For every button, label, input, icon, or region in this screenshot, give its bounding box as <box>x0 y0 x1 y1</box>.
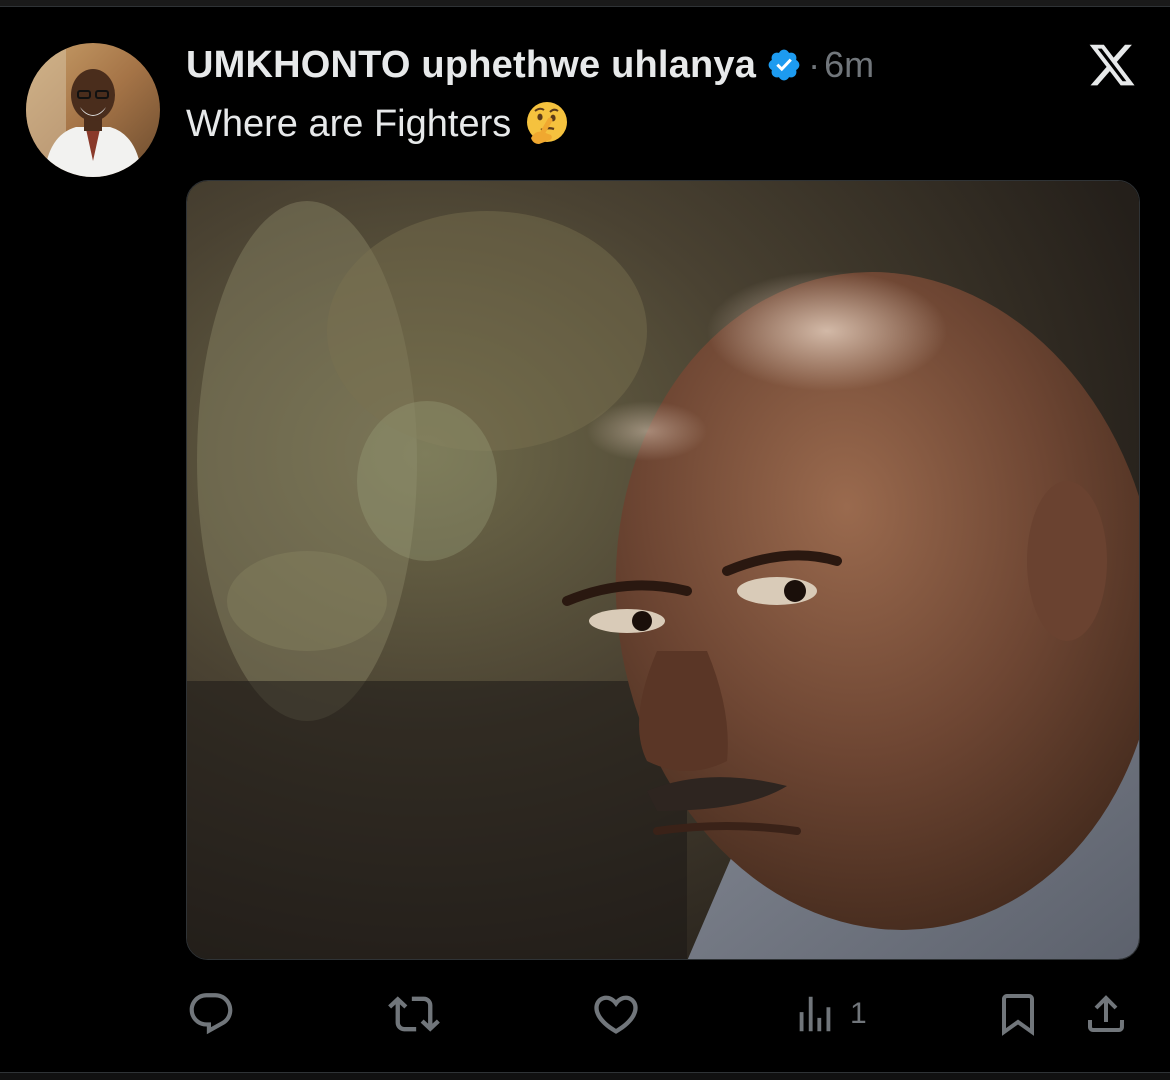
tweet-text: Where are Fighters <box>186 100 571 148</box>
bookmark-button[interactable] <box>994 986 1042 1042</box>
display-name[interactable]: UMKHONTO uphethwe uhlanya <box>186 44 756 87</box>
tweet-action-bar: 1 <box>186 986 1140 1042</box>
profile-avatar[interactable] <box>26 43 160 177</box>
views-button[interactable]: 1 <box>792 986 867 1042</box>
thinking-face-icon <box>523 100 571 148</box>
separator-dot: · <box>808 44 821 85</box>
tweet-header: UMKHONTO uphethwe uhlanya · 6m <box>186 38 874 92</box>
views-count: 1 <box>850 997 867 1030</box>
bookmark-icon <box>1002 994 1034 1036</box>
retweet-button[interactable] <box>388 986 440 1042</box>
timestamp[interactable]: 6m <box>824 44 874 86</box>
x-logo-icon <box>1086 40 1138 90</box>
heart-icon <box>594 995 638 1034</box>
like-button[interactable] <box>590 986 642 1042</box>
reply-button[interactable] <box>186 986 236 1042</box>
retweet-icon <box>388 996 440 1032</box>
share-icon <box>1088 995 1124 1032</box>
tweet-media-image[interactable] <box>186 180 1140 960</box>
verified-badge-icon <box>766 47 802 83</box>
top-divider <box>0 0 1170 7</box>
tweet-body: Where are Fighters <box>186 102 512 145</box>
share-button[interactable] <box>1082 986 1130 1042</box>
reply-icon <box>189 993 233 1035</box>
views-icon <box>799 996 831 1032</box>
